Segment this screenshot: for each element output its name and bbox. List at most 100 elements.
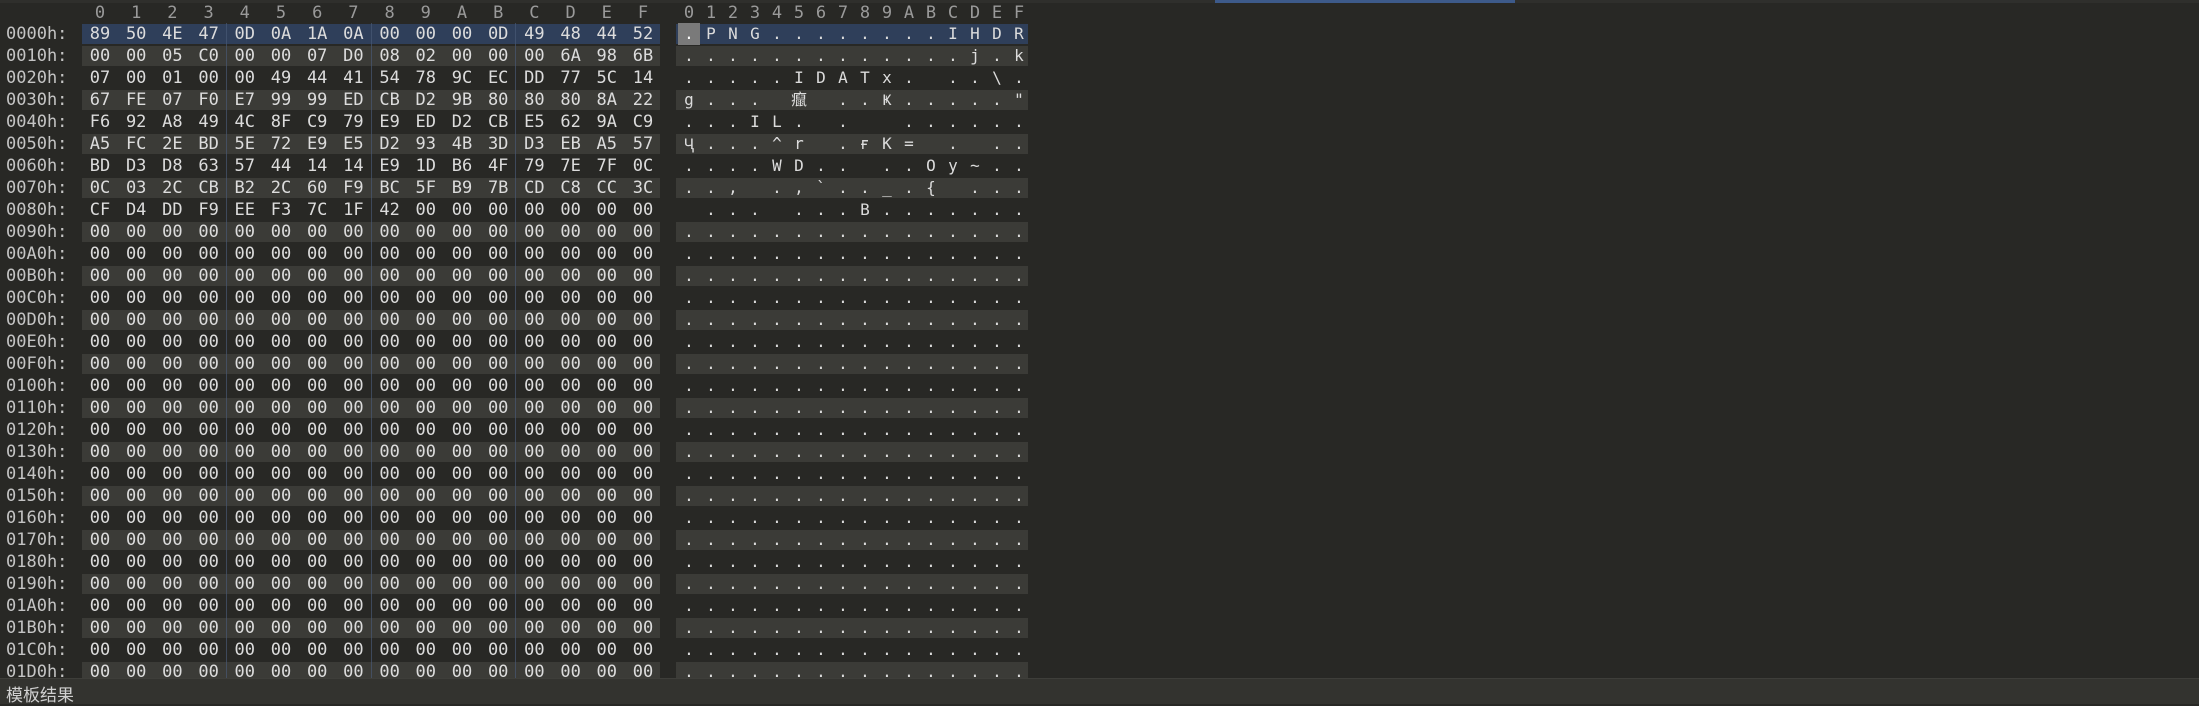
hex-byte[interactable]: 80: [484, 89, 512, 111]
hex-byte[interactable]: 00: [629, 661, 657, 678]
ascii-char[interactable]: .: [722, 551, 744, 573]
ascii-char[interactable]: .: [920, 375, 942, 397]
ascii-char[interactable]: ,: [788, 177, 810, 199]
ascii-char[interactable]: .: [942, 507, 964, 529]
ascii-char[interactable]: .: [876, 353, 898, 375]
hex-byte[interactable]: 92: [122, 111, 150, 133]
ascii-char[interactable]: .: [832, 441, 854, 463]
hex-byte[interactable]: C0: [195, 45, 223, 67]
hex-byte[interactable]: 00: [195, 595, 223, 617]
ascii-char[interactable]: .: [810, 507, 832, 529]
hex-byte[interactable]: CF: [86, 199, 114, 221]
hex-byte[interactable]: 00: [484, 331, 512, 353]
hex-byte[interactable]: CB: [376, 89, 404, 111]
hex-byte[interactable]: 00: [158, 287, 186, 309]
hex-row[interactable]: 0100h: 00 00 00 00 00 00 00 00 00 00 00 00 00 00 00 00..…: [0, 375, 2199, 397]
ascii-char[interactable]: .: [942, 221, 964, 243]
ascii-char[interactable]: .: [964, 551, 986, 573]
ascii-char[interactable]: .: [700, 111, 722, 133]
ascii-char[interactable]: .: [810, 265, 832, 287]
ascii-char[interactable]: .: [854, 595, 876, 617]
ascii-char[interactable]: .: [766, 441, 788, 463]
hex-byte[interactable]: 00: [339, 397, 367, 419]
hex-row[interactable]: 0060h: BD D3 D8 63 57 44 14 14 E9 1D B6 4F 79 7E 7F 0C..…: [0, 155, 2199, 177]
ascii-char[interactable]: .: [986, 89, 1008, 111]
hex-byte[interactable]: 00: [448, 485, 476, 507]
hex-byte[interactable]: 00: [593, 661, 621, 678]
ascii-char[interactable]: .: [700, 89, 722, 111]
hex-byte[interactable]: 00: [122, 221, 150, 243]
ascii-char[interactable]: .: [766, 639, 788, 661]
hex-byte[interactable]: 00: [520, 463, 548, 485]
ascii-char[interactable]: ^: [766, 133, 788, 155]
ascii-char[interactable]: .: [700, 485, 722, 507]
ascii-char[interactable]: .: [1008, 177, 1030, 199]
hex-byte[interactable]: BD: [86, 155, 114, 177]
hex-byte[interactable]: 00: [593, 243, 621, 265]
ascii-char[interactable]: .: [898, 199, 920, 221]
hex-byte[interactable]: 07: [158, 89, 186, 111]
hex-byte[interactable]: F0: [195, 89, 223, 111]
ascii-char[interactable]: .: [722, 375, 744, 397]
hex-byte[interactable]: 00: [520, 353, 548, 375]
hex-byte[interactable]: 00: [303, 331, 331, 353]
hex-byte[interactable]: CB: [484, 111, 512, 133]
ascii-char[interactable]: .: [876, 551, 898, 573]
ascii-char[interactable]: .: [788, 441, 810, 463]
hex-byte[interactable]: 7B: [484, 177, 512, 199]
hex-byte[interactable]: 00: [195, 243, 223, 265]
hex-byte[interactable]: 00: [158, 221, 186, 243]
ascii-char[interactable]: .: [722, 199, 744, 221]
ascii-char[interactable]: ғ: [854, 133, 876, 155]
hex-byte[interactable]: 00: [593, 353, 621, 375]
ascii-char[interactable]: .: [964, 595, 986, 617]
ascii-char[interactable]: .: [678, 617, 700, 639]
hex-byte[interactable]: F6: [86, 111, 114, 133]
hex-byte[interactable]: 00: [339, 265, 367, 287]
hex-byte[interactable]: 00: [195, 661, 223, 678]
ascii-char[interactable]: y: [942, 155, 964, 177]
ascii-char[interactable]: .: [722, 67, 744, 89]
hex-byte[interactable]: 00: [376, 353, 404, 375]
ascii-char[interactable]: .: [964, 617, 986, 639]
hex-byte[interactable]: 00: [629, 221, 657, 243]
hex-byte[interactable]: 00: [557, 529, 585, 551]
hex-byte[interactable]: 00: [629, 199, 657, 221]
hex-byte[interactable]: 00: [376, 375, 404, 397]
ascii-char[interactable]: .: [964, 89, 986, 111]
hex-byte[interactable]: 00: [412, 529, 440, 551]
hex-byte[interactable]: 00: [412, 353, 440, 375]
hex-byte[interactable]: 5C: [593, 67, 621, 89]
ascii-char[interactable]: .: [722, 397, 744, 419]
hex-byte[interactable]: 00: [158, 595, 186, 617]
hex-byte[interactable]: 6A: [557, 45, 585, 67]
hex-byte[interactable]: 00: [448, 309, 476, 331]
ascii-char[interactable]: .: [898, 23, 920, 45]
hex-byte[interactable]: 00: [376, 397, 404, 419]
hex-byte[interactable]: 08: [376, 45, 404, 67]
ascii-char[interactable]: .: [700, 133, 722, 155]
ascii-char[interactable]: .: [964, 353, 986, 375]
hex-byte[interactable]: 00: [484, 309, 512, 331]
ascii-char[interactable]: .: [766, 529, 788, 551]
ascii-char[interactable]: .: [678, 155, 700, 177]
hex-byte[interactable]: 00: [484, 639, 512, 661]
hex-byte[interactable]: 00: [195, 309, 223, 331]
ascii-char[interactable]: .: [1008, 551, 1030, 573]
hex-byte[interactable]: 00: [520, 617, 548, 639]
ascii-char[interactable]: .: [876, 287, 898, 309]
hex-byte[interactable]: E5: [339, 133, 367, 155]
ascii-char[interactable]: .: [898, 551, 920, 573]
hex-byte[interactable]: 00: [520, 45, 548, 67]
hex-byte[interactable]: 07: [86, 67, 114, 89]
ascii-char[interactable]: .: [744, 375, 766, 397]
ascii-char[interactable]: .: [744, 221, 766, 243]
hex-byte[interactable]: 00: [122, 661, 150, 678]
hex-byte[interactable]: 00: [412, 331, 440, 353]
hex-byte[interactable]: 1F: [339, 199, 367, 221]
hex-byte[interactable]: 00: [412, 551, 440, 573]
hex-byte[interactable]: 00: [339, 287, 367, 309]
ascii-char[interactable]: .: [964, 441, 986, 463]
ascii-char[interactable]: .: [832, 397, 854, 419]
ascii-char[interactable]: .: [964, 529, 986, 551]
